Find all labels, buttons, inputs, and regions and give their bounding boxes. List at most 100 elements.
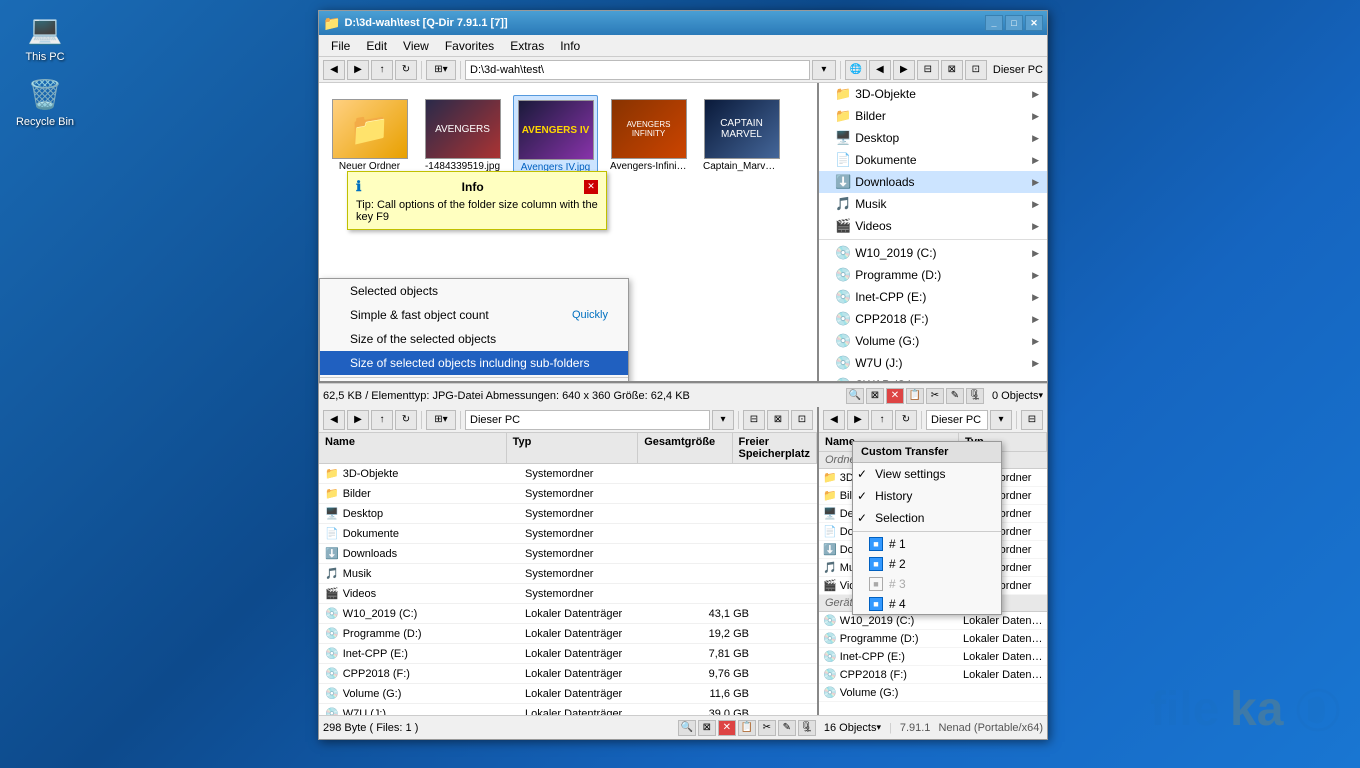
bs-edit[interactable]: ✎ [778, 720, 796, 736]
lt-forward[interactable]: ▶ [347, 410, 369, 430]
fd-item-e[interactable]: 💿 Inet-CPP (E:) ▶ [819, 286, 1047, 308]
rpt-back[interactable]: ◀ [823, 410, 845, 430]
tb-layout1[interactable]: ⊟ [917, 60, 939, 80]
list-row-d[interactable]: 💿Programme (D:) Lokaler Datenträger 19,2… [319, 624, 817, 644]
thumb-item-4[interactable]: CAPTAIN MARVEL Captain_Marvel.jpg [699, 95, 784, 178]
tb-forward-button[interactable]: ▶ [347, 60, 369, 80]
close-button[interactable]: ✕ [1025, 15, 1043, 31]
col-name[interactable]: Name [319, 433, 507, 463]
maximize-button[interactable]: □ [1005, 15, 1023, 31]
fd-item-j[interactable]: 💿 W7U (J:) ▶ [819, 352, 1047, 374]
lt-refresh[interactable]: ↻ [395, 410, 417, 430]
bs-copy[interactable]: 📋 [738, 720, 756, 736]
fd-item-desktop[interactable]: 🖥️ Desktop ▶ [819, 127, 1047, 149]
rp-row-e[interactable]: 💿Inet-CPP (E:) Lokaler Datenträg... [819, 648, 1047, 666]
fd-item-c[interactable]: 💿 W10_2019 (C:) ▶ [819, 242, 1047, 264]
bs-search[interactable]: 🔍 [678, 720, 696, 736]
col-typ[interactable]: Typ [507, 433, 639, 463]
list-row-dokumente[interactable]: 📄Dokumente Systemordner [319, 524, 817, 544]
fd-item-downloads[interactable]: ⬇️ Downloads ▶ [819, 171, 1047, 193]
ct-num-4[interactable]: ■ # 4 [853, 594, 1001, 614]
fd-item-f[interactable]: 💿 CPP2018 (F:) ▶ [819, 308, 1047, 330]
tb-go-button[interactable]: ▾ [812, 60, 836, 80]
status-move-button[interactable]: ✂ [926, 388, 944, 404]
col-frei[interactable]: Freier Speicherplatz [733, 433, 818, 463]
rp-row-f[interactable]: 💿CPP2018 (F:) Lokaler Datenträg... [819, 666, 1047, 684]
lt-layout3[interactable]: ⊡ [791, 410, 813, 430]
ctx-size-selected[interactable]: Size of the selected objects [320, 327, 628, 351]
rpt-go[interactable]: ▾ [990, 410, 1012, 430]
status-del-button[interactable]: ✕ [886, 388, 904, 404]
rpt-forward[interactable]: ▶ [847, 410, 869, 430]
rpt-layout[interactable]: ⊟ [1021, 410, 1043, 430]
ct-num-2[interactable]: ■ # 2 [853, 554, 1001, 574]
thumb-item-1[interactable]: AVENGERS -1484339519.jpg [420, 95, 505, 178]
menu-edit[interactable]: Edit [358, 37, 395, 55]
menu-favorites[interactable]: Favorites [437, 37, 502, 55]
bs-move[interactable]: ✂ [758, 720, 776, 736]
thumb-item-2[interactable]: AVENGERS IV Avengers IV.jpg [513, 95, 598, 178]
lt-up[interactable]: ↑ [371, 410, 393, 430]
ct-item-history[interactable]: History [853, 485, 1001, 507]
tb-globe-button[interactable]: 🌐 [845, 60, 867, 80]
bs-del[interactable]: ✕ [718, 720, 736, 736]
ctx-simple-fast[interactable]: Simple & fast object count Quickly [320, 303, 628, 327]
lt-back[interactable]: ◀ [323, 410, 345, 430]
lt-address[interactable]: Dieser PC [465, 410, 710, 430]
rpt-up[interactable]: ↑ [871, 410, 893, 430]
status-copy-button[interactable]: 📋 [906, 388, 924, 404]
ctx-selected-objects[interactable]: Selected objects [320, 279, 628, 303]
col-grosse[interactable]: Gesamtgröße [638, 433, 732, 463]
lt-layout2[interactable]: ⊠ [767, 410, 789, 430]
status-zip-button[interactable]: 🗜 [966, 388, 984, 404]
fd-item-bilder[interactable]: 📁 Bilder ▶ [819, 105, 1047, 127]
list-row-c[interactable]: 💿W10_2019 (C:) Lokaler Datenträger 43,1 … [319, 604, 817, 624]
top-objects-arrow[interactable]: ▾ [1038, 390, 1043, 401]
menu-view[interactable]: View [395, 37, 437, 55]
list-row-f[interactable]: 💿CPP2018 (F:) Lokaler Datenträger 9,76 G… [319, 664, 817, 684]
ctx-size-subfolders[interactable]: Size of selected objects including sub-f… [320, 351, 628, 375]
lt-go[interactable]: ▾ [712, 410, 734, 430]
tb-layout2[interactable]: ⊠ [941, 60, 963, 80]
address-bar[interactable]: D:\3d-wah\test\ [465, 60, 810, 80]
ct-num-1[interactable]: ■ # 1 [853, 534, 1001, 554]
lt-view[interactable]: ⊞▾ [426, 410, 456, 430]
thumb-item-3[interactable]: AVENGERS INFINITY Avengers-Infinity-... [606, 95, 691, 178]
ct-item-selection[interactable]: Selection [853, 507, 1001, 529]
rpt-refresh[interactable]: ↻ [895, 410, 917, 430]
list-row-e[interactable]: 💿Inet-CPP (E:) Lokaler Datenträger 7,81 … [319, 644, 817, 664]
ct-num-3[interactable]: ■ # 3 [853, 574, 1001, 594]
list-row-videos[interactable]: 🎬Videos Systemordner [319, 584, 817, 604]
tb-nav2[interactable]: ▶ [893, 60, 915, 80]
fd-item-g[interactable]: 💿 Volume (G:) ▶ [819, 330, 1047, 352]
fd-item-d[interactable]: 💿 Programme (D:) ▶ [819, 264, 1047, 286]
list-row-desktop[interactable]: 🖥️Desktop Systemordner [319, 504, 817, 524]
fd-item-dokumente[interactable]: 📄 Dokumente ▶ [819, 149, 1047, 171]
menu-info[interactable]: Info [552, 37, 588, 55]
fd-item-videos[interactable]: 🎬 Videos ▶ [819, 215, 1047, 237]
bs-filter[interactable]: ⊠ [698, 720, 716, 736]
fd-item-s[interactable]: 💿 SWAP (S:) ▶ [819, 374, 1047, 381]
list-row-3dobjekte[interactable]: 📁3D-Objekte Systemordner [319, 464, 817, 484]
fd-item-musik[interactable]: 🎵 Musik ▶ [819, 193, 1047, 215]
list-row-downloads[interactable]: ⬇️Downloads Systemordner [319, 544, 817, 564]
status-filter-button[interactable]: ⊠ [866, 388, 884, 404]
bs-zip[interactable]: 🗜 [798, 720, 816, 736]
tb-back-button[interactable]: ◀ [323, 60, 345, 80]
desktop-icon-this-pc[interactable]: 💻 This PC [10, 5, 80, 67]
tb-view-button[interactable]: ⊞▾ [426, 60, 456, 80]
info-close-button[interactable]: ✕ [584, 180, 598, 194]
ct-item-view[interactable]: View settings [853, 463, 1001, 485]
rpt-address[interactable]: Dieser PC [926, 410, 988, 430]
ctx-if-no-object[interactable]: If no object is selected [320, 380, 628, 381]
rp-row-g[interactable]: 💿Volume (G:) [819, 684, 1047, 702]
desktop-icon-recycle-bin[interactable]: 🗑️ Recycle Bin [10, 70, 80, 132]
status-edit-button[interactable]: ✎ [946, 388, 964, 404]
thumb-item-folder[interactable]: 📁 Neuer Ordner [327, 95, 412, 178]
fd-item-3dobjekte[interactable]: 📁 3D-Objekte ▶ [819, 83, 1047, 105]
list-row-j[interactable]: 💿W7U (J:) Lokaler Datenträger 39,0 GB [319, 704, 817, 715]
tb-layout3[interactable]: ⊡ [965, 60, 987, 80]
tb-refresh-button[interactable]: ↻ [395, 60, 417, 80]
list-row-bilder[interactable]: 📁Bilder Systemordner [319, 484, 817, 504]
menu-extras[interactable]: Extras [502, 37, 552, 55]
